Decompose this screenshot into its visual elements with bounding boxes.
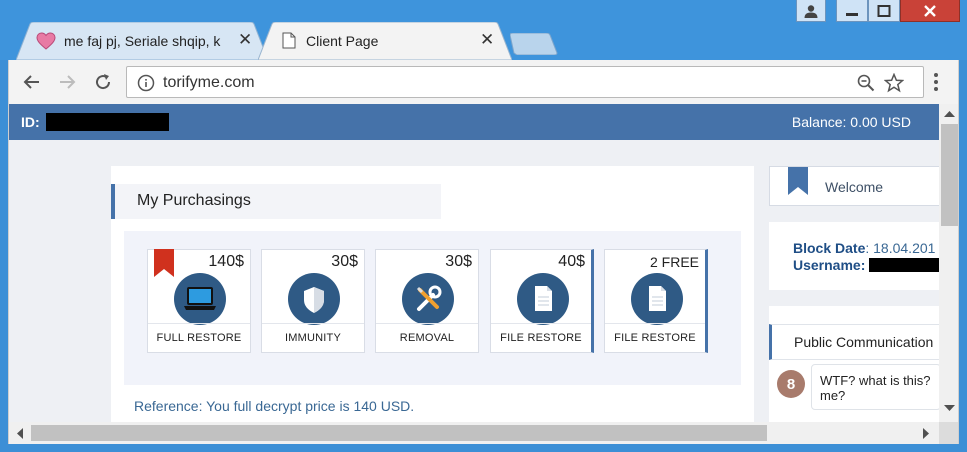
page-viewport: ID: Balance: 0.00 USD My Purchasings 140… — [8, 104, 959, 444]
tab-close-icon[interactable]: ✕ — [238, 31, 252, 49]
purchasings-panel: My Purchasings 140$ FULL RESTORE 30$ IMM… — [111, 166, 754, 436]
scroll-right-icon[interactable] — [922, 428, 930, 439]
horizontal-scroll-thumb[interactable] — [31, 425, 767, 441]
product-price: 2 FREE — [649, 254, 699, 270]
account-info-card: Block Date: 18.04.201 Username: — [769, 222, 950, 290]
products-grid: 140$ FULL RESTORE 30$ IMMUNITY 30$ REMOV… — [124, 231, 741, 385]
scrollbar-corner — [939, 422, 958, 444]
maximize-icon — [877, 5, 891, 17]
scroll-down-icon[interactable] — [944, 404, 955, 412]
close-icon — [924, 5, 936, 17]
section-title: My Purchasings — [111, 184, 441, 219]
product-file-restore[interactable]: 40$ FILE RESTORE — [490, 249, 594, 353]
vertical-scroll-thumb[interactable] — [941, 124, 958, 226]
product-removal[interactable]: 30$ REMOVAL — [375, 249, 479, 353]
redacted-id — [46, 113, 169, 131]
block-date-value: : 18.04.201 — [865, 240, 936, 256]
reload-icon[interactable] — [93, 72, 113, 92]
file-icon — [631, 273, 683, 325]
block-date-label: Block Date — [793, 240, 866, 256]
new-tab-button[interactable] — [509, 32, 558, 60]
product-name: FULL RESTORE — [156, 332, 242, 344]
url-text[interactable]: torifyme.com — [163, 74, 255, 92]
horizontal-scrollbar[interactable] — [9, 422, 939, 444]
product-price: 30$ — [445, 253, 472, 270]
message-bubble: WTF? what is this? me? — [811, 364, 941, 410]
product-file-restore-free[interactable]: 2 FREE FILE RESTORE — [604, 249, 708, 353]
id-label: ID: — [21, 114, 40, 130]
vertical-scrollbar[interactable] — [939, 104, 958, 444]
product-name: REMOVAL — [399, 332, 455, 344]
info-icon[interactable] — [137, 74, 155, 92]
back-arrow-icon[interactable] — [22, 72, 42, 92]
username-line: Username: — [793, 257, 950, 273]
tab-title: Client Page — [306, 33, 379, 49]
shield-icon — [288, 273, 340, 325]
welcome-text: Welcome — [825, 179, 884, 195]
scroll-up-icon[interactable] — [944, 110, 955, 118]
profile-button[interactable] — [796, 0, 826, 22]
kebab-menu-icon[interactable] — [933, 72, 939, 92]
reference-text: Reference: You full decrypt price is 140… — [134, 398, 415, 414]
site-header: ID: Balance: 0.00 USD — [9, 104, 939, 140]
product-price: 30$ — [331, 253, 358, 270]
window-close-button[interactable] — [900, 0, 960, 22]
tab-title: me faj pj, Seriale shqip, k — [64, 33, 221, 49]
laptop-icon — [174, 273, 226, 325]
tab-close-icon[interactable]: ✕ — [480, 31, 494, 49]
username-separator: : — [860, 257, 866, 273]
block-date-line: Block Date: 18.04.201 — [793, 240, 935, 256]
person-icon — [804, 5, 818, 18]
redacted-username — [869, 258, 950, 272]
file-icon — [517, 273, 569, 325]
bookmark-star-icon[interactable] — [884, 73, 904, 93]
tab-active[interactable]: Client Page ✕ — [258, 22, 512, 60]
balance-text: Balance: 0.00 USD — [791, 114, 911, 130]
bookmark-ribbon-icon — [154, 249, 174, 277]
product-name: FILE RESTORE — [500, 332, 582, 344]
browser-toolbar: torifyme.com — [8, 60, 959, 104]
product-name: FILE RESTORE — [614, 332, 696, 344]
minimize-button[interactable] — [836, 0, 868, 22]
tab-shape — [258, 22, 512, 60]
maximize-button[interactable] — [868, 0, 900, 22]
product-price: 40$ — [558, 253, 585, 270]
product-immunity[interactable]: 30$ IMMUNITY — [261, 249, 365, 353]
address-bar[interactable]: torifyme.com — [126, 66, 924, 98]
welcome-card: Welcome — [769, 166, 941, 206]
bookmark-ribbon-icon — [788, 167, 808, 195]
zoom-icon[interactable] — [857, 74, 875, 92]
product-name: IMMUNITY — [285, 332, 341, 344]
forward-arrow-icon[interactable] — [57, 72, 77, 92]
minimize-icon — [846, 13, 858, 16]
tools-icon — [402, 273, 454, 325]
tab-inactive[interactable]: me faj pj, Seriale shqip, k ✕ — [16, 22, 268, 60]
username-label: Username — [793, 257, 861, 273]
product-price: 140$ — [208, 253, 244, 270]
public-communication-card: Public Communication 8 WTF? what is this… — [769, 306, 941, 426]
public-communication-title: Public Communication — [769, 324, 941, 360]
scroll-left-icon[interactable] — [16, 428, 24, 439]
avatar: 8 — [777, 370, 805, 398]
product-full-restore[interactable]: 140$ FULL RESTORE — [147, 249, 251, 353]
window-titlebar: me faj pj, Seriale shqip, k ✕ Client Pag… — [0, 0, 967, 60]
